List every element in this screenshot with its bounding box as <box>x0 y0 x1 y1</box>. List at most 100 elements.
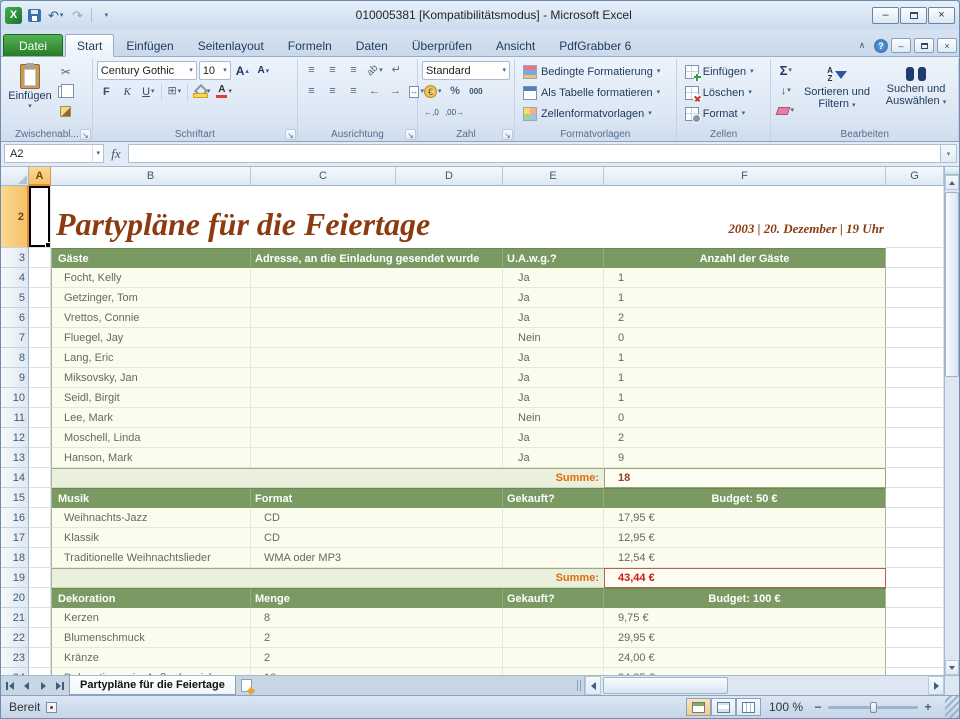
align-right-button[interactable]: ≡ <box>344 82 363 101</box>
cell-C9[interactable] <box>251 368 503 388</box>
cell-G11[interactable] <box>886 408 944 428</box>
cell-B6[interactable]: Vrettos, Connie <box>51 308 251 328</box>
cell-F6[interactable]: 2 <box>604 308 886 328</box>
select-all-corner[interactable] <box>1 167 29 186</box>
ribbon-tab-pdfgrabber-6[interactable]: PdfGrabber 6 <box>547 34 643 57</box>
cell-E6[interactable]: Ja <box>503 308 604 328</box>
cell-A7[interactable] <box>29 328 51 348</box>
cell-G17[interactable] <box>886 528 944 548</box>
align-top-button[interactable]: ≡ <box>302 61 321 80</box>
page-layout-view-button[interactable] <box>711 698 736 716</box>
formula-input[interactable] <box>128 144 941 163</box>
increase-decimal-button[interactable]: ←,0 <box>422 103 441 122</box>
cell-F10[interactable]: 1 <box>604 388 886 408</box>
cell-A18[interactable] <box>29 548 51 568</box>
cell-E24[interactable] <box>503 668 604 675</box>
orientation-button[interactable]: ab▾ <box>365 61 385 80</box>
increase-indent-button[interactable]: → <box>386 82 405 101</box>
cell-B18[interactable]: Traditionelle Weihnachtslieder <box>51 548 251 568</box>
cell-F16[interactable]: 17,95 € <box>604 508 886 528</box>
last-sheet-button[interactable] <box>52 676 69 695</box>
currency-format-button[interactable]: €▾ <box>422 82 444 101</box>
shrink-font-button[interactable]: A▾ <box>254 61 273 80</box>
cell-E9[interactable]: Ja <box>503 368 604 388</box>
cell-B9[interactable]: Miksovsky, Jan <box>51 368 251 388</box>
row-header-6[interactable]: 6 <box>1 308 29 328</box>
cell-E15[interactable]: Gekauft? <box>503 488 604 508</box>
ribbon-tab-daten[interactable]: Daten <box>344 34 400 57</box>
find-select-button[interactable]: Suchen und Auswählen ▾ <box>878 61 954 120</box>
column-header-D[interactable]: D <box>396 167 503 186</box>
zoom-out-button[interactable]: − <box>811 700 825 714</box>
scroll-up-button[interactable] <box>945 175 959 190</box>
cell-B17[interactable]: Klassik <box>51 528 251 548</box>
cell-C10[interactable] <box>251 388 503 408</box>
cell-E7[interactable]: Nein <box>503 328 604 348</box>
excel-app-icon[interactable]: X <box>5 7 22 24</box>
maximize-button[interactable] <box>900 7 927 24</box>
row-header-19[interactable]: 19 <box>1 568 29 588</box>
vertical-scrollbar[interactable] <box>944 167 959 675</box>
column-header-G[interactable]: G <box>886 167 944 186</box>
cell-F5[interactable]: 1 <box>604 288 886 308</box>
cell-A9[interactable] <box>29 368 51 388</box>
cell-C13[interactable] <box>251 448 503 468</box>
cell-C21[interactable]: 8 <box>251 608 503 628</box>
resize-grip[interactable] <box>945 696 959 718</box>
cell-A14[interactable] <box>29 468 51 488</box>
scroll-down-button[interactable] <box>945 660 959 675</box>
cell-C7[interactable] <box>251 328 503 348</box>
scroll-left-button[interactable] <box>585 676 601 695</box>
cell-E16[interactable] <box>503 508 604 528</box>
cell-F14[interactable]: 18 <box>604 468 886 488</box>
cell-C22[interactable]: 2 <box>251 628 503 648</box>
cell-E22[interactable] <box>503 628 604 648</box>
cell-A20[interactable] <box>29 588 51 608</box>
ribbon-tab-start[interactable]: Start <box>65 34 114 57</box>
cell-A22[interactable] <box>29 628 51 648</box>
cell-E19[interactable]: Summe: <box>503 568 604 588</box>
align-center-button[interactable]: ≡ <box>323 82 342 101</box>
cell-A21[interactable] <box>29 608 51 628</box>
cell-G2[interactable] <box>886 186 944 248</box>
file-tab[interactable]: Datei <box>3 34 63 57</box>
workbook-minimize-button[interactable]: – <box>891 38 911 53</box>
fill-button[interactable]: ↓▾ <box>775 81 796 100</box>
align-bottom-button[interactable]: ≡ <box>344 61 363 80</box>
cell-C12[interactable] <box>251 428 503 448</box>
cell-G5[interactable] <box>886 288 944 308</box>
cell-C16[interactable]: CD <box>251 508 503 528</box>
format-cells-button[interactable]: Format ▾ <box>681 103 767 124</box>
zoom-level[interactable]: 100 % <box>769 700 803 714</box>
column-header-E[interactable]: E <box>503 167 604 186</box>
cell-B3[interactable]: Gäste <box>51 248 251 268</box>
align-left-button[interactable]: ≡ <box>302 82 321 101</box>
normal-view-button[interactable] <box>686 698 711 716</box>
row-header-21[interactable]: 21 <box>1 608 29 628</box>
cell-B15[interactable]: Musik <box>51 488 251 508</box>
expand-formula-bar-button[interactable]: ▾ <box>941 144 957 163</box>
cell-A13[interactable] <box>29 448 51 468</box>
cell-C6[interactable] <box>251 308 503 328</box>
row-header-3[interactable]: 3 <box>1 248 29 268</box>
cell-G7[interactable] <box>886 328 944 348</box>
cell-E10[interactable]: Ja <box>503 388 604 408</box>
cell-E23[interactable] <box>503 648 604 668</box>
column-header-A[interactable]: A <box>29 167 51 186</box>
minimize-button[interactable]: – <box>872 7 899 24</box>
cell-F4[interactable]: 1 <box>604 268 886 288</box>
cell-A11[interactable] <box>29 408 51 428</box>
cell-F19[interactable]: 43,44 € <box>604 568 886 588</box>
row-header-18[interactable]: 18 <box>1 548 29 568</box>
cell-B12[interactable]: Moschell, Linda <box>51 428 251 448</box>
row-header-17[interactable]: 17 <box>1 528 29 548</box>
cell-C24[interactable]: 10 <box>251 668 503 675</box>
cell-B23[interactable]: Kränze <box>51 648 251 668</box>
workbook-restore-button[interactable] <box>914 38 934 53</box>
cell-B8[interactable]: Lang, Eric <box>51 348 251 368</box>
ribbon-tab-ansicht[interactable]: Ansicht <box>484 34 547 57</box>
sort-filter-button[interactable]: AZ Sortieren und Filtern ▾ <box>799 61 875 120</box>
cell-F9[interactable]: 1 <box>604 368 886 388</box>
name-box[interactable]: A2▾ <box>4 144 104 163</box>
row-header-13[interactable]: 13 <box>1 448 29 468</box>
